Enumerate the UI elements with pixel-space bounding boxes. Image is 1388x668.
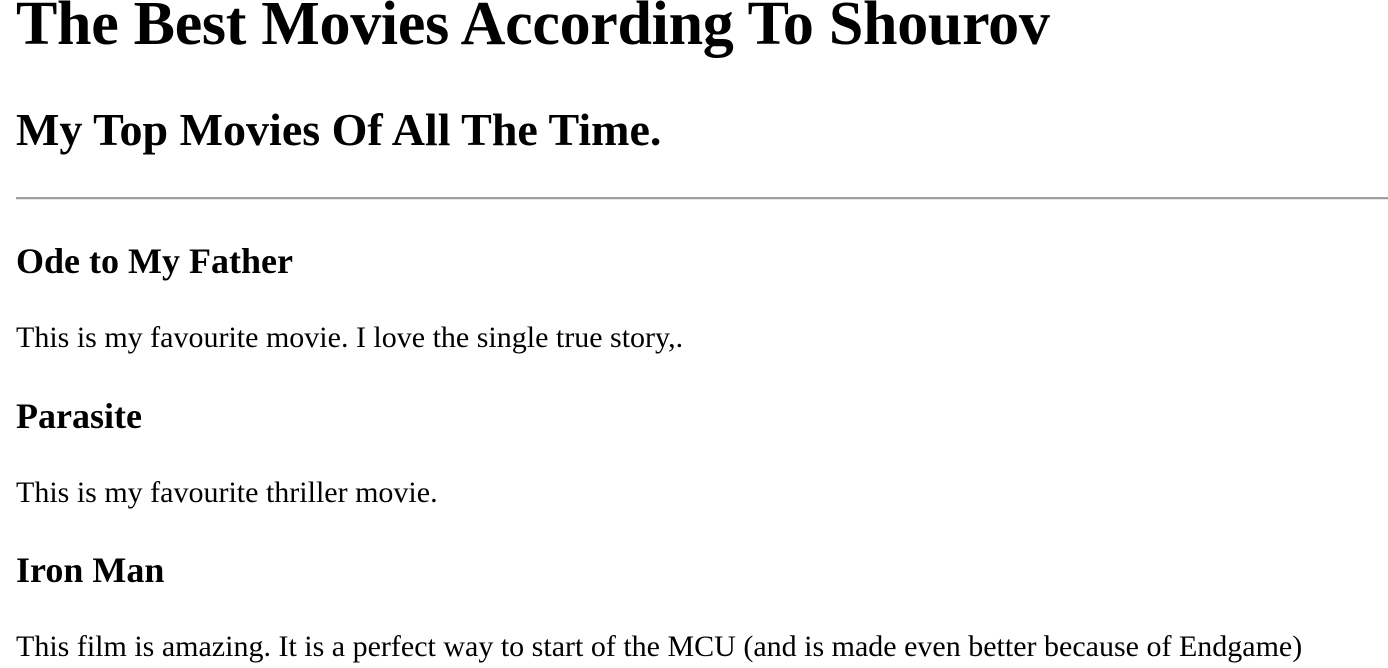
movie-entry: Parasite This is my favourite thriller m…: [16, 395, 1388, 509]
page-title: The Best Movies According To Shourov: [16, 0, 1050, 58]
movie-entry: Ode to My Father This is my favourite mo…: [16, 240, 1388, 354]
movie-title: Iron Man: [16, 550, 165, 590]
movie-description: This is my favourite movie. I love the s…: [16, 321, 684, 354]
movie-description: This film is amazing. It is a perfect wa…: [16, 630, 1303, 663]
movie-description: This is my favourite thriller movie.: [16, 476, 438, 509]
movie-title: Ode to My Father: [16, 241, 293, 281]
divider: [16, 197, 1388, 200]
movie-entry: Iron Man This film is amazing. It is a p…: [16, 549, 1388, 663]
movie-title: Parasite: [16, 396, 142, 436]
page-subtitle: My Top Movies Of All The Time.: [16, 104, 662, 155]
